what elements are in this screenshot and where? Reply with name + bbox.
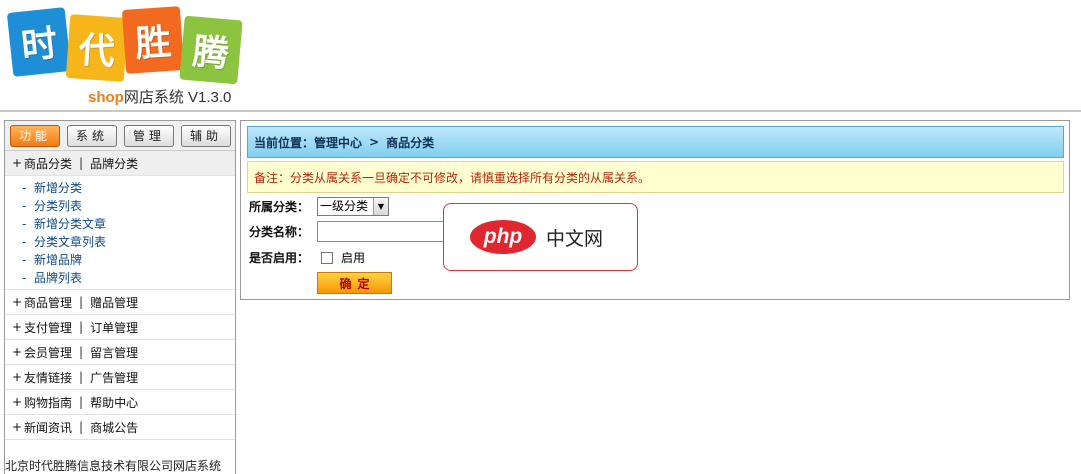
sidebar-group-label[interactable]: 会员管理 <box>24 344 72 361</box>
dash-icon: - <box>22 271 27 285</box>
tab-assist[interactable]: 辅助 <box>181 124 231 147</box>
sidebar-item-label: 新增分类文章 <box>34 217 107 231</box>
php-logo-icon: php <box>470 220 536 254</box>
sidebar-item-add-category[interactable]: - 新增分类 <box>5 179 235 197</box>
sidebar-item-category-article-list[interactable]: - 分类文章列表 <box>5 233 235 251</box>
tab-manage[interactable]: 管理 <box>124 124 174 147</box>
watermark-text: 中文网 <box>546 227 604 250</box>
logo-tile: 时 <box>6 7 72 77</box>
separator: | <box>79 395 84 409</box>
sidebar-group-label[interactable]: 商品管理 <box>24 294 72 311</box>
sidebar-item-label: 分类列表 <box>34 199 83 213</box>
expand-icon: + <box>12 156 23 170</box>
sidebar-item-label: 新增分类 <box>34 181 83 195</box>
sidebar-group-guide[interactable]: + 购物指南 | 帮助中心 <box>5 390 235 415</box>
sidebar-item-add-category-article[interactable]: - 新增分类文章 <box>5 215 235 233</box>
enable-label: 是否启用： <box>249 251 310 265</box>
sidebar-group-member[interactable]: + 会员管理 | 留言管理 <box>5 340 235 365</box>
logo-shop-word: shop <box>88 89 124 106</box>
logo-tile: 代 <box>65 14 129 82</box>
separator: | <box>79 420 84 434</box>
enable-option-label: 启用 <box>341 251 366 265</box>
sidebar-group-label[interactable]: 广告管理 <box>90 369 138 386</box>
logo-version: 网店系统 V1.3.0 <box>123 89 232 106</box>
sidebar-group-category[interactable]: + 商品分类 | 品牌分类 <box>5 151 235 176</box>
sidebar-group-label[interactable]: 购物指南 <box>24 394 72 411</box>
expand-icon: + <box>12 370 23 384</box>
sidebar-group-links[interactable]: + 友情链接 | 广告管理 <box>5 365 235 390</box>
separator: | <box>79 320 84 334</box>
header: 时 代 胜 腾 shop网店系统 V1.3.0 <box>0 0 1081 110</box>
form-row-enable: 是否启用： 启用 <box>249 249 365 266</box>
sidebar-group-label[interactable]: 订单管理 <box>90 319 138 336</box>
chevron-down-icon[interactable]: ▼ <box>373 198 388 215</box>
breadcrumb-level-1[interactable]: 管理中心 <box>314 134 362 151</box>
expand-icon: + <box>12 295 23 309</box>
sidebar-group-label[interactable]: 支付管理 <box>24 319 72 336</box>
dash-icon: - <box>22 235 27 249</box>
sidebar-group-label[interactable]: 赠品管理 <box>90 294 138 311</box>
logo-tile: 腾 <box>179 15 243 85</box>
sidebar-group-label[interactable]: 商品分类 <box>24 155 72 172</box>
sidebar-group-label[interactable]: 友情链接 <box>24 369 72 386</box>
logo: 时 代 胜 腾 <box>6 6 251 86</box>
breadcrumb-label: 当前位置： <box>254 135 315 150</box>
category-name-label: 分类名称： <box>249 225 310 239</box>
expand-icon: + <box>12 345 23 359</box>
tab-function[interactable]: 功能 <box>10 124 60 147</box>
sidebar-group-label[interactable]: 商城公告 <box>90 419 138 436</box>
breadcrumb-arrow-icon: > <box>369 135 380 149</box>
dash-icon: - <box>22 253 27 267</box>
sidebar-item-category-list[interactable]: - 分类列表 <box>5 197 235 215</box>
separator: | <box>79 156 84 170</box>
sidebar-item-add-brand[interactable]: - 新增品牌 <box>5 251 235 269</box>
parent-category-select[interactable]: 一级分类 ▼ <box>317 197 389 216</box>
parent-category-value: 一级分类 <box>320 199 369 213</box>
dash-icon: - <box>22 181 27 195</box>
enable-checkbox[interactable] <box>321 251 333 264</box>
sidebar-group-label[interactable]: 帮助中心 <box>90 394 138 411</box>
main-panel: 当前位置： 管理中心 > 商品分类 备注：分类从属关系一旦确定不可修改，请慎重选… <box>240 120 1070 300</box>
tab-system[interactable]: 系统 <box>67 124 117 147</box>
form-row-parent: 所属分类： 一级分类 ▼ <box>249 197 389 216</box>
sidebar: 功能 系统 管理 辅助 + 商品分类 | 品牌分类 - 新增分类 - 分类列表 -新… <box>4 120 236 474</box>
breadcrumb: 当前位置： 管理中心 > 商品分类 <box>247 126 1064 158</box>
sidebar-item-label: 分类文章列表 <box>34 235 107 249</box>
breadcrumb-level-2: 商品分类 <box>386 135 435 150</box>
sidebar-submenu: - 新增分类 - 分类列表 - 新增分类文章 - 分类文章列表 - 新增品牌 - 品牌列表 <box>5 176 235 290</box>
separator: | <box>79 295 84 309</box>
sidebar-item-brand-list[interactable]: - 品牌列表 <box>5 269 235 287</box>
parent-category-label: 所属分类： <box>249 200 310 214</box>
sidebar-footer: 北京时代胜腾信息技术有限公司网店系统 <box>5 459 222 473</box>
sidebar-group-label[interactable]: 留言管理 <box>90 344 138 361</box>
notice-banner: 备注：分类从属关系一旦确定不可修改，请慎重选择所有分类的从属关系。 <box>247 161 1064 193</box>
dash-icon: - <box>22 199 27 213</box>
submit-button[interactable]: 确定 <box>317 272 392 294</box>
expand-icon: + <box>12 420 23 434</box>
sidebar-group-label[interactable]: 新闻资讯 <box>24 419 72 436</box>
header-divider <box>0 110 1081 112</box>
separator: | <box>79 370 84 384</box>
watermark: php 中文网 <box>443 203 638 271</box>
sidebar-item-label: 新增品牌 <box>34 253 83 267</box>
sidebar-group-goods[interactable]: + 商品管理 | 赠品管理 <box>5 290 235 315</box>
separator: | <box>79 345 84 359</box>
logo-subtitle: shop网店系统 V1.3.0 <box>88 86 231 107</box>
expand-icon: + <box>12 320 23 334</box>
sidebar-item-label: 品牌列表 <box>34 271 83 285</box>
dash-icon: - <box>22 217 27 231</box>
logo-tile: 胜 <box>121 6 185 74</box>
sidebar-group-payment[interactable]: + 支付管理 | 订单管理 <box>5 315 235 340</box>
sidebar-group-news[interactable]: + 新闻资讯 | 商城公告 <box>5 415 235 440</box>
sidebar-group-label[interactable]: 品牌分类 <box>90 155 138 172</box>
sidebar-tabs: 功能 系统 管理 辅助 <box>5 121 235 151</box>
expand-icon: + <box>12 395 23 409</box>
